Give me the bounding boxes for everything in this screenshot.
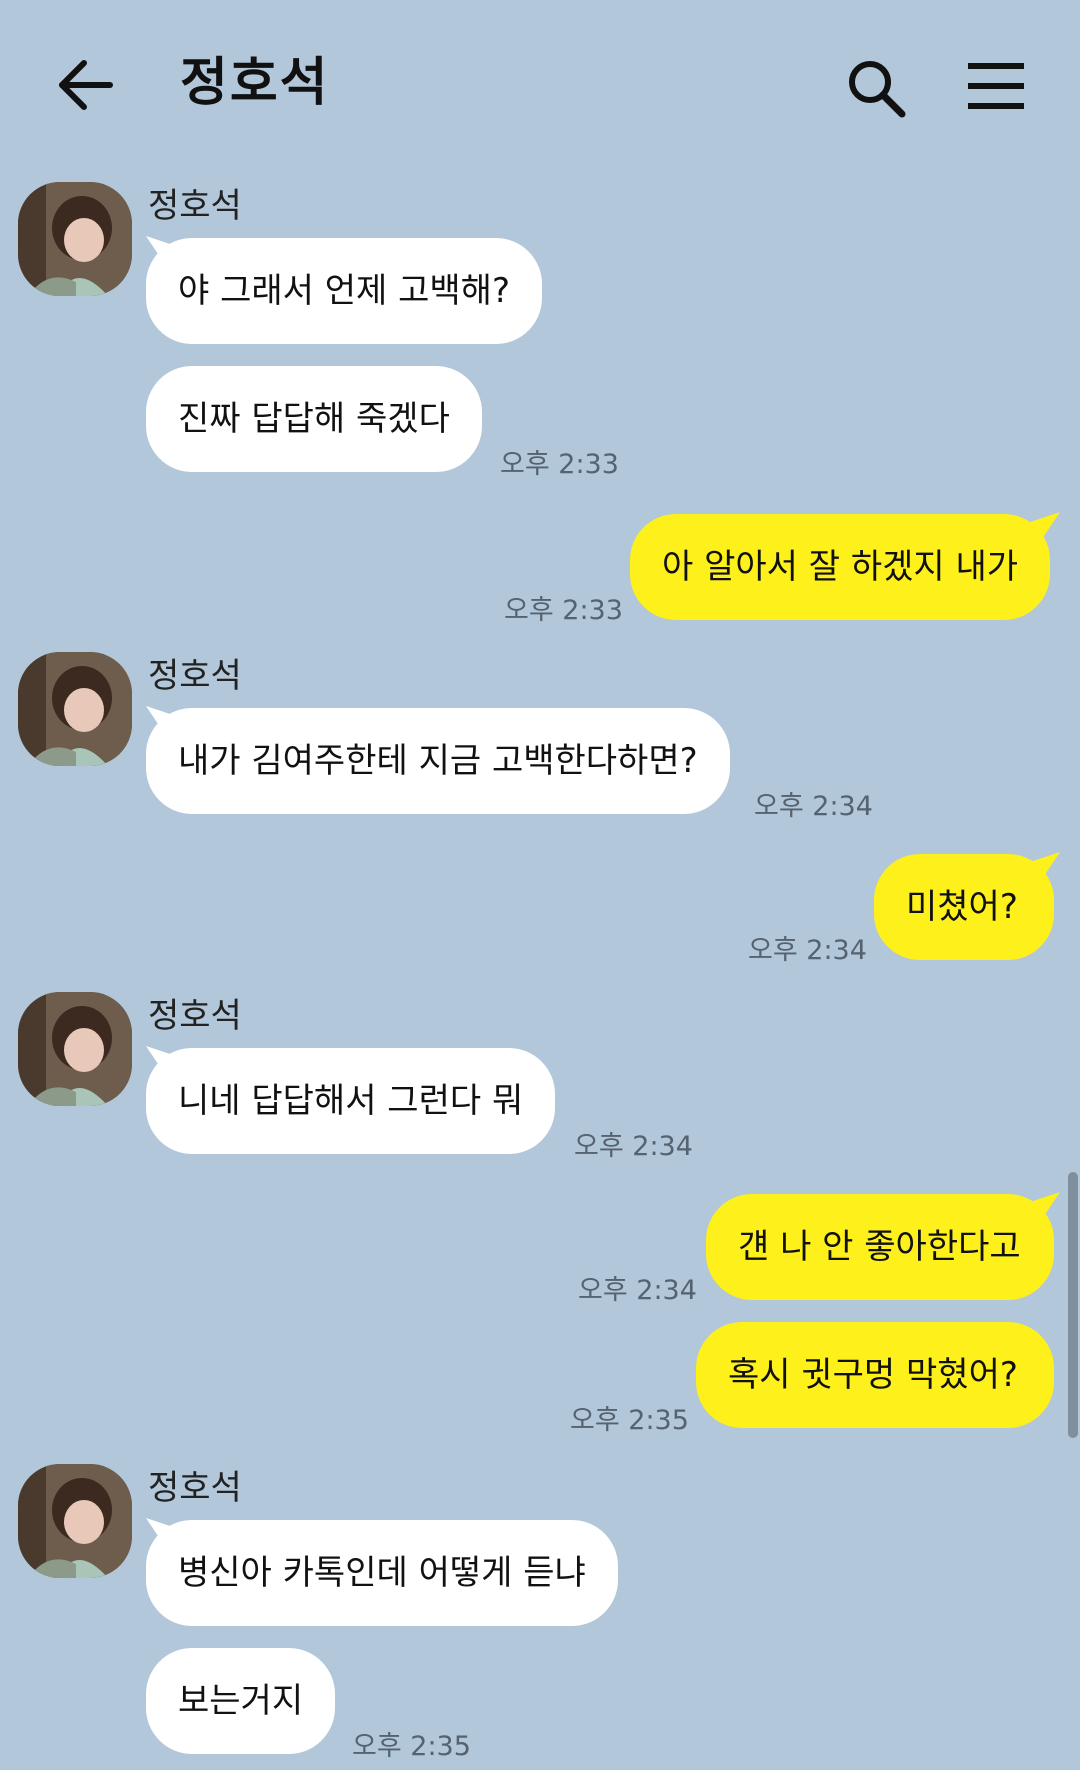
avatar[interactable] xyxy=(18,1464,132,1578)
sender-name: 정호석 xyxy=(148,186,242,226)
message-bubble-outgoing[interactable]: 아 알아서 잘 하겠지 내가 xyxy=(630,514,1050,620)
message-time: 오후 2:35 xyxy=(570,1405,689,1436)
sender-name: 정호석 xyxy=(148,1468,242,1508)
message-time: 오후 2:33 xyxy=(504,595,623,626)
avatar-photo xyxy=(18,182,132,296)
message-time: 오후 2:33 xyxy=(500,449,619,480)
message-bubble-outgoing[interactable]: 혹시 귓구멍 막혔어? xyxy=(696,1322,1054,1428)
message-bubble-incoming[interactable]: 니네 답답해서 그런다 뭐 xyxy=(146,1048,556,1154)
message-bubble-incoming[interactable]: 진짜 답답해 죽겠다 xyxy=(146,366,482,472)
message-time: 오후 2:35 xyxy=(352,1731,471,1762)
sender-name: 정호석 xyxy=(148,656,242,696)
message-bubble-outgoing[interactable]: 걘 나 안 좋아한다고 xyxy=(706,1194,1054,1300)
avatar[interactable] xyxy=(18,182,132,296)
arrow-left-icon[interactable] xyxy=(56,55,116,115)
avatar-photo xyxy=(18,652,132,766)
avatar-photo xyxy=(18,992,132,1106)
message-bubble-incoming[interactable]: 야 그래서 언제 고백해? xyxy=(146,238,542,344)
sender-name: 정호석 xyxy=(148,996,242,1036)
message-time: 오후 2:34 xyxy=(574,1131,693,1162)
search-icon[interactable] xyxy=(846,58,906,118)
message-time: 오후 2:34 xyxy=(754,791,873,822)
message-bubble-incoming[interactable]: 내가 김여주한테 지금 고백한다하면? xyxy=(146,708,730,814)
message-bubble-incoming[interactable]: 보는거지 xyxy=(146,1648,336,1754)
scrollbar[interactable] xyxy=(1068,1172,1078,1438)
message-bubble-incoming[interactable]: 병신아 카톡인데 어떻게 듣냐 xyxy=(146,1520,618,1626)
message-time: 오후 2:34 xyxy=(748,935,867,966)
avatar-photo xyxy=(18,1464,132,1578)
chat-title: 정호석 xyxy=(180,53,330,113)
message-time: 오후 2:34 xyxy=(578,1275,697,1306)
avatar[interactable] xyxy=(18,992,132,1106)
hamburger-menu-icon[interactable] xyxy=(968,60,1024,112)
avatar[interactable] xyxy=(18,652,132,766)
chat-header: 정호석 xyxy=(0,0,1080,170)
message-bubble-outgoing[interactable]: 미쳤어? xyxy=(874,854,1054,960)
